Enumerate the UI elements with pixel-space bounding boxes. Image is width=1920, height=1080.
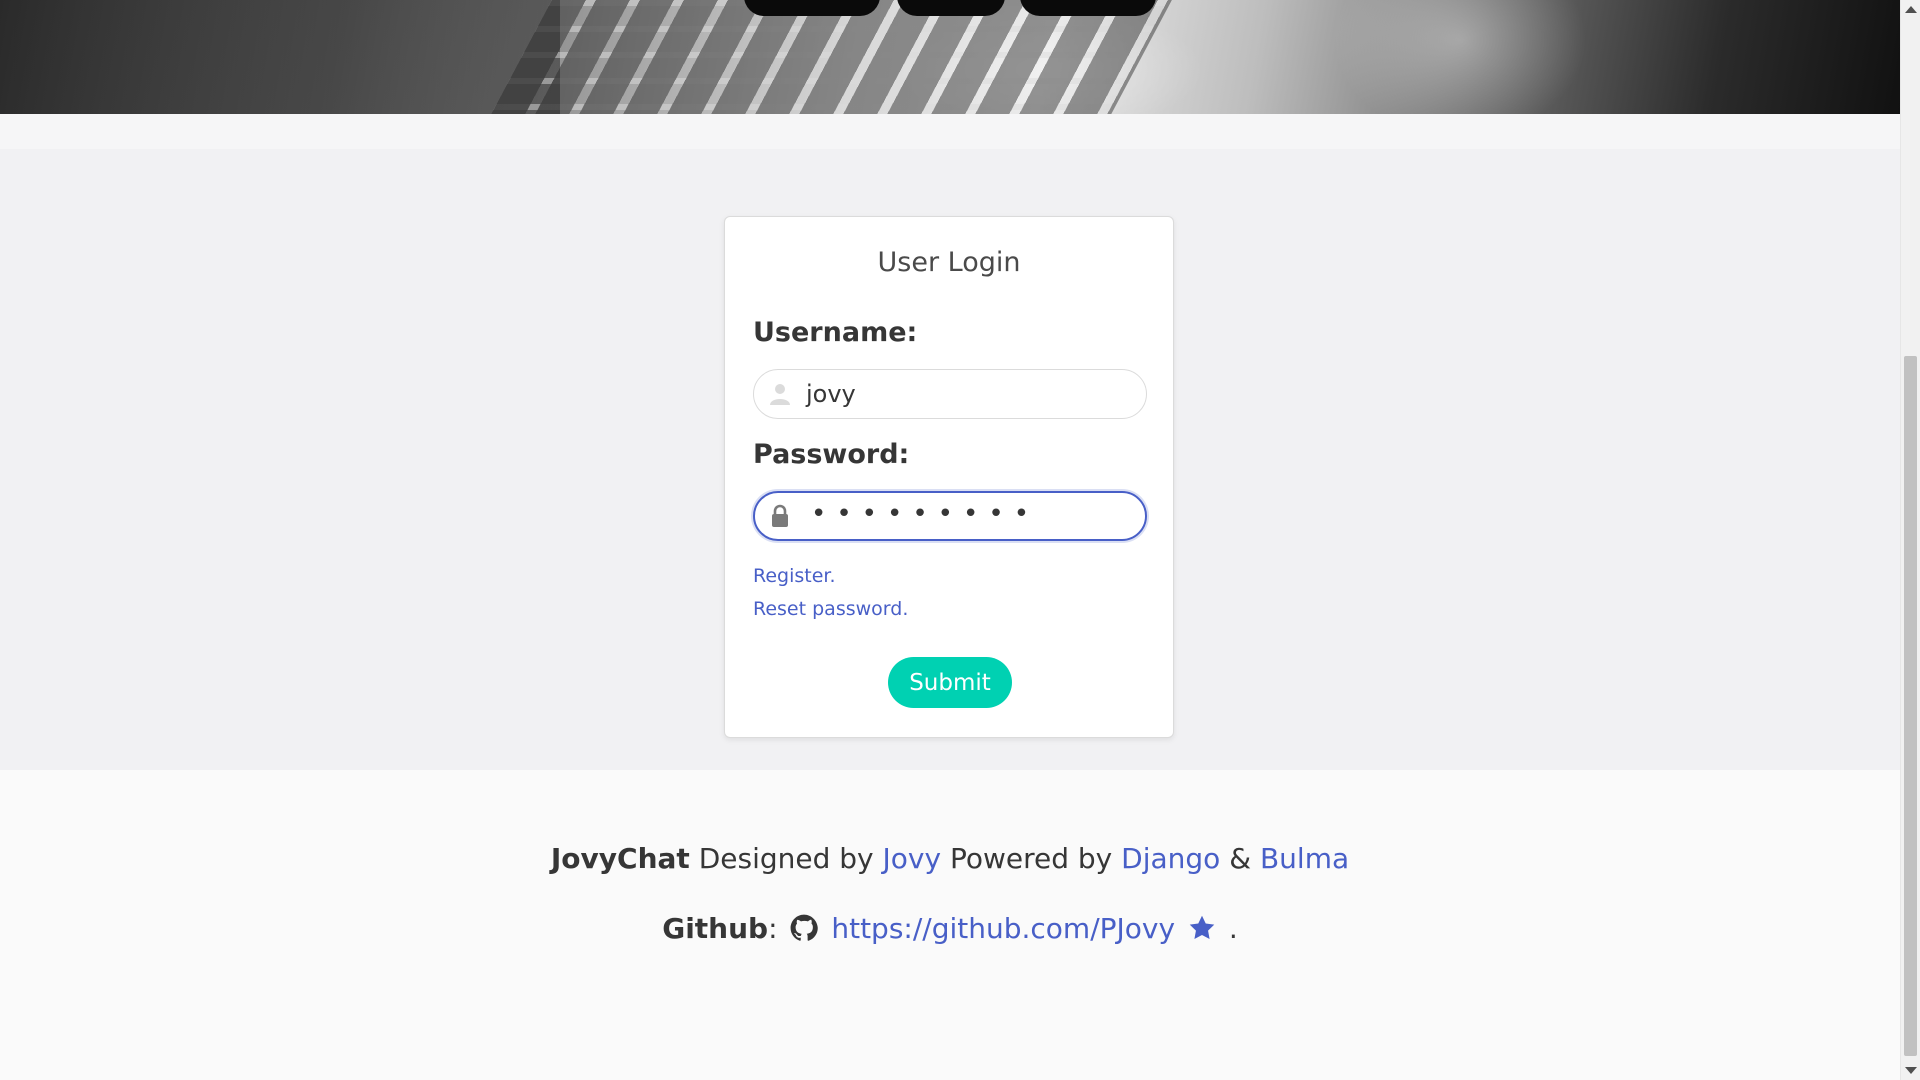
page: User Login Username: jovy Password: ••••… bbox=[0, 0, 1900, 1080]
github-url-link[interactable]: https://github.com/PJovy bbox=[831, 912, 1175, 945]
scroll-up-arrow-icon[interactable] bbox=[1905, 6, 1917, 13]
footer-credits: JovyChat Designed by Jovy Powered by Dja… bbox=[550, 842, 1350, 875]
star-icon[interactable] bbox=[1188, 914, 1216, 942]
hero-nav-button-1[interactable] bbox=[744, 0, 880, 16]
hero-banner-image bbox=[0, 0, 1900, 114]
designer-link[interactable]: Jovy bbox=[883, 842, 942, 875]
scroll-down-arrow-icon[interactable] bbox=[1905, 1067, 1917, 1074]
reset-password-link[interactable]: Reset password. bbox=[753, 598, 908, 620]
bulma-link[interactable]: Bulma bbox=[1260, 842, 1349, 875]
username-label: Username: bbox=[753, 317, 918, 348]
footer-brand: JovyChat bbox=[550, 842, 690, 875]
github-label: Github bbox=[662, 912, 769, 945]
hero-nav-button-3[interactable] bbox=[1020, 0, 1156, 16]
django-link[interactable]: Django bbox=[1121, 842, 1220, 875]
login-card: User Login Username: jovy Password: ••••… bbox=[724, 216, 1174, 738]
scrollbar-thumb[interactable] bbox=[1904, 356, 1917, 1056]
keyboard-photo bbox=[482, 0, 1178, 114]
username-field[interactable]: jovy bbox=[753, 369, 1147, 419]
password-field[interactable]: ••••••••• bbox=[753, 491, 1147, 541]
footer-github: Github: https://github.com/PJovy . bbox=[662, 912, 1238, 945]
footer: JovyChat Designed by Jovy Powered by Dja… bbox=[0, 770, 1900, 1080]
password-label: Password: bbox=[753, 439, 910, 470]
github-icon bbox=[790, 914, 819, 942]
hero-nav-button-2[interactable] bbox=[897, 0, 1005, 16]
username-value: jovy bbox=[806, 380, 856, 408]
login-title: User Login bbox=[877, 247, 1021, 278]
register-link[interactable]: Register. bbox=[753, 565, 836, 587]
submit-button[interactable]: Submit bbox=[888, 657, 1012, 708]
user-icon bbox=[768, 382, 792, 406]
page-scrollbar[interactable] bbox=[1900, 0, 1920, 1080]
password-masked-value: ••••••••• bbox=[811, 499, 1040, 529]
lock-icon bbox=[768, 504, 792, 528]
